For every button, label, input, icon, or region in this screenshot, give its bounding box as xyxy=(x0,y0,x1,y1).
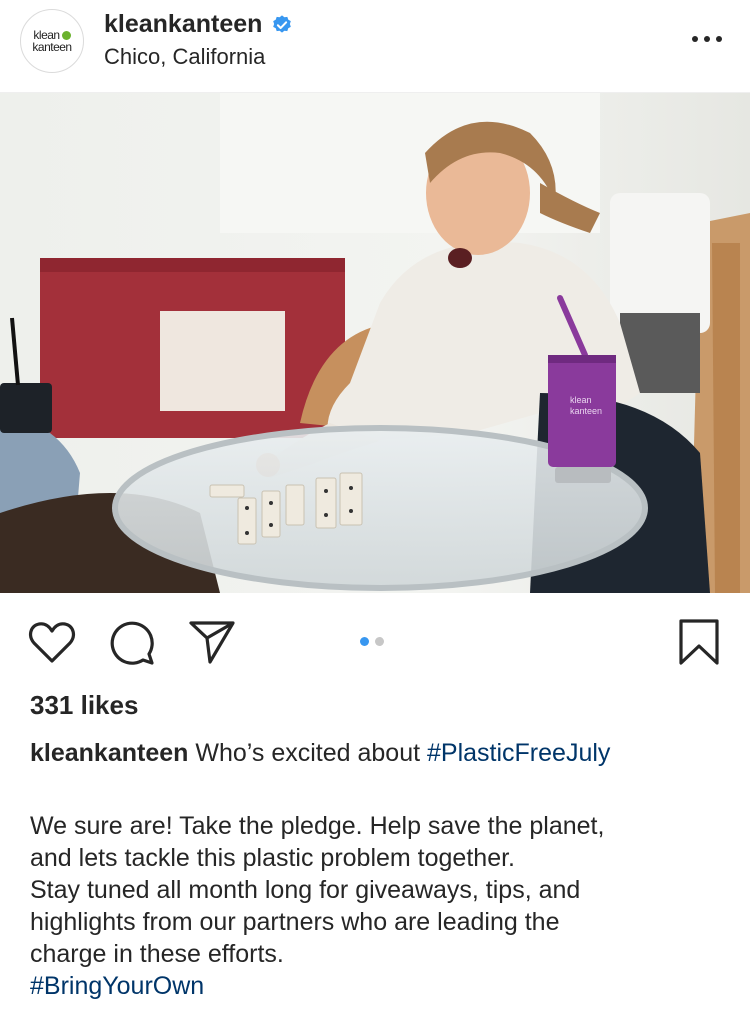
caption: kleankanteen Who’s excited about #Plasti… xyxy=(30,736,730,770)
heart-icon[interactable] xyxy=(28,621,76,665)
caption-line: charge in these efforts. xyxy=(30,940,284,968)
verified-badge-icon xyxy=(273,14,292,33)
caption-username[interactable]: kleankanteen xyxy=(30,739,188,767)
carousel-dot xyxy=(375,637,384,646)
more-options-icon[interactable] xyxy=(692,24,722,54)
post-image[interactable]: klean kanteen xyxy=(0,93,750,593)
caption-body: We sure are! Take the pledge. Help save … xyxy=(30,810,730,1002)
hashtag-link[interactable]: #PlasticFreeJuly xyxy=(427,739,610,767)
send-icon[interactable] xyxy=(188,619,236,665)
caption-line: We sure are! Take the pledge. Help save … xyxy=(30,812,605,840)
carousel-dot-active xyxy=(360,637,369,646)
caption-line: Stay tuned all month long for giveaways,… xyxy=(30,876,581,904)
username[interactable]: kleankanteen xyxy=(104,10,262,39)
post-header: klean kanteen kleankanteen Chico, Califo… xyxy=(0,0,750,93)
hashtag-link[interactable]: #BringYourOwn xyxy=(30,970,730,1002)
cup-text-kanteen: kanteen xyxy=(570,406,602,416)
comment-icon[interactable] xyxy=(108,619,156,667)
bookmark-icon[interactable] xyxy=(678,618,720,666)
cup-text-klean: klean xyxy=(570,395,592,405)
caption-line: highlights from our partners who are lea… xyxy=(30,908,560,936)
caption-text: Who’s excited about xyxy=(195,739,427,767)
post-photo-illustration: klean kanteen xyxy=(0,93,750,593)
globe-icon xyxy=(61,30,71,40)
location-link[interactable]: Chico, California xyxy=(104,44,265,70)
caption-line: and lets tackle this plastic problem tog… xyxy=(30,844,515,872)
avatar[interactable]: klean kanteen xyxy=(20,9,84,73)
carousel-indicator xyxy=(360,637,384,646)
avatar-text-kanteen: kanteen xyxy=(32,40,72,54)
username-row: kleankanteen xyxy=(104,10,293,39)
likes-count[interactable]: 331 likes xyxy=(30,690,138,721)
